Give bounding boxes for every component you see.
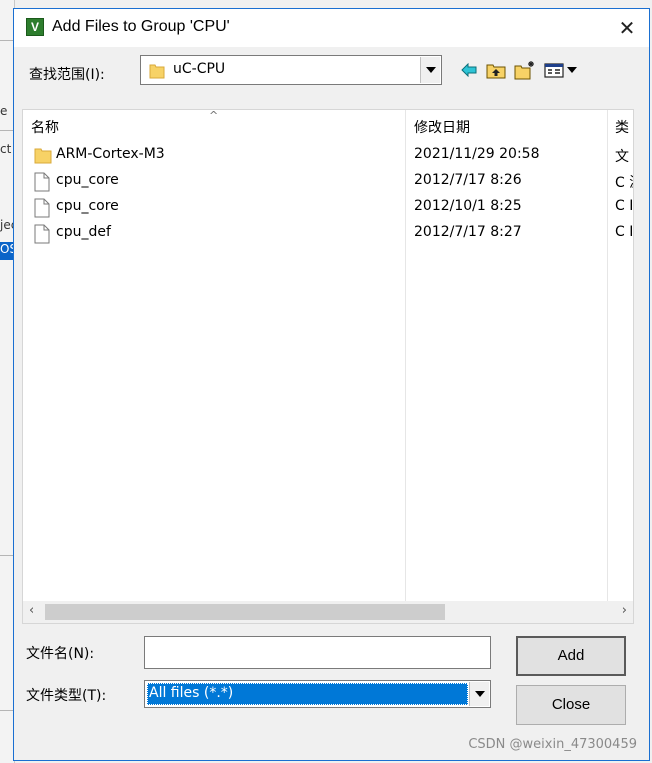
file-icon [34,224,50,244]
keil-app-icon: V [26,18,44,36]
watermark: CSDN @weixin_47300459 [468,737,637,752]
add-button[interactable]: Add [516,636,626,676]
list-item[interactable]: cpu_core 2012/10/1 8:25 C I [23,194,634,220]
dropdown-arrow-icon[interactable] [469,682,489,706]
file-type-label: 文件类型(T): [26,688,107,704]
dialog-title: Add Files to Group 'CPU' [52,18,230,35]
file-name-label: 文件名(N): [26,646,95,662]
new-folder-icon[interactable] [513,59,537,81]
divider [0,555,14,556]
column-header-date[interactable]: 修改日期 [414,117,470,137]
scroll-right-icon[interactable]: › [622,603,627,618]
folder-icon [34,148,52,164]
dialog-titlebar[interactable]: V Add Files to Group 'CPU' ✕ [14,9,649,47]
look-in-dropdown[interactable]: uC-CPU [140,55,442,85]
column-header-type[interactable]: 类 [615,117,629,137]
background-text-fragment: ct [0,142,12,156]
dropdown-arrow-icon[interactable] [420,57,440,83]
list-item[interactable]: ARM-Cortex-M3 2021/11/29 20:58 文 [23,142,633,168]
horizontal-scrollbar[interactable]: ‹ › [23,601,633,623]
look-in-value: uC-CPU [173,61,226,77]
file-type: C 源 [615,175,633,191]
divider [0,710,14,711]
file-type: 文 [615,149,629,165]
close-button[interactable]: Close [516,685,626,725]
folder-icon [149,64,165,79]
column-header-name[interactable]: 名称 [31,117,59,137]
list-item[interactable]: cpu_def 2012/7/17 8:27 C I [23,220,634,246]
file-name: cpu_def [56,224,111,240]
file-date: 2012/7/17 8:27 [414,224,522,240]
file-date: 2012/10/1 8:25 [414,198,522,214]
scroll-left-icon[interactable]: ‹ [29,603,34,618]
list-item[interactable]: cpu_core 2012/7/17 8:26 C 源 [23,168,633,194]
file-icon [34,172,50,192]
file-date: 2021/11/29 20:58 [414,146,540,162]
back-icon[interactable] [459,59,479,81]
add-files-dialog: V Add Files to Group 'CPU' ✕ 查找范围(I): uC… [13,8,650,761]
file-name: cpu_core [56,172,119,188]
scrollbar-thumb[interactable] [45,604,445,620]
file-type: C I [615,224,634,240]
sort-ascending-icon: ^ [209,109,219,122]
divider [0,130,14,131]
up-folder-icon[interactable] [485,59,507,81]
file-icon [34,198,50,218]
file-date: 2012/7/17 8:26 [414,172,522,188]
file-type: C I [615,198,634,214]
view-menu-icon[interactable] [543,59,581,81]
close-icon[interactable]: ✕ [605,9,649,47]
file-name: ARM-Cortex-M3 [56,146,165,162]
file-name-input[interactable] [144,636,491,669]
divider [0,40,14,41]
file-type-selected-value: All files (*.*) [147,683,468,705]
file-name: cpu_core [56,198,119,214]
file-list-view[interactable]: 名称 ^ 修改日期 类 ARM-Cortex-M3 2021/11/29 20:… [22,109,634,624]
look-in-label: 查找范围(I): [29,67,105,83]
background-text-fragment: e [0,104,8,118]
file-type-dropdown[interactable]: All files (*.*) [144,680,491,708]
